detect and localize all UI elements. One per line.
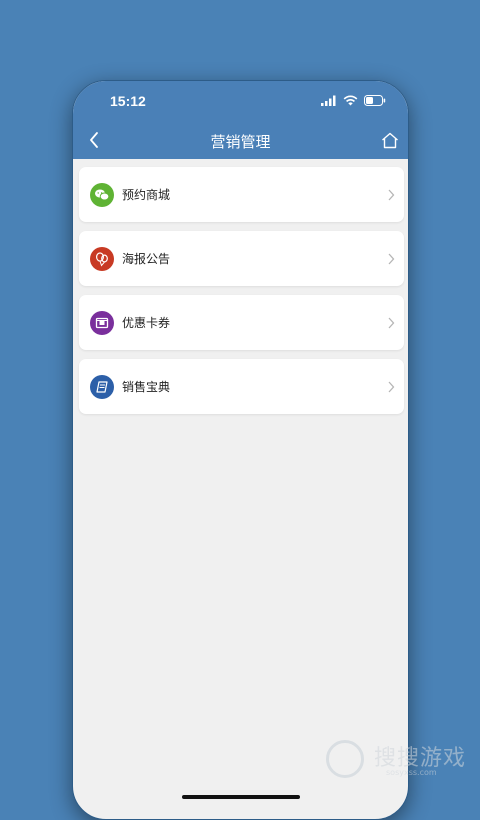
app-header: 15:12 营销管理 [73,81,408,159]
page-title: 营销管理 [210,133,271,151]
menu-item-coupons[interactable]: 优惠卡券 [79,295,404,350]
wifi-icon [343,95,358,106]
menu-item-label: 销售宝典 [122,380,171,394]
status-icons [321,95,386,106]
menu-item-label: 预约商城 [122,188,171,202]
menu-list: 预约商城 海报公告 优惠卡券 销售宝典 [79,167,404,423]
watermark: 搜搜游戏 sosyxss.com [326,734,476,784]
home-indicator[interactable] [181,795,300,799]
balloon-icon [90,246,114,271]
coupon-icon [90,310,114,335]
chevron-right-icon [388,317,395,328]
book-icon [90,374,114,399]
wechat-icon [90,182,114,207]
battery-icon [364,95,386,106]
watermark-url: sosyxss.com [386,768,437,777]
chevron-right-icon [388,381,395,392]
home-button[interactable] [379,129,401,151]
menu-item-label: 优惠卡券 [122,316,171,330]
menu-item-label: 海报公告 [122,252,171,266]
phone-frame: 15:12 营销管理 预约商城 海报公告 优惠卡券 销售宝典 [72,80,409,820]
chevron-right-icon [388,189,395,200]
menu-item-poster-notice[interactable]: 海报公告 [79,231,404,286]
signal-icon [321,95,336,106]
status-time: 15:12 [110,93,146,109]
menu-item-sales-guide[interactable]: 销售宝典 [79,359,404,414]
menu-item-booking-mall[interactable]: 预约商城 [79,167,404,222]
chevron-right-icon [388,253,395,264]
home-icon [382,132,398,148]
watermark-logo [326,740,364,778]
